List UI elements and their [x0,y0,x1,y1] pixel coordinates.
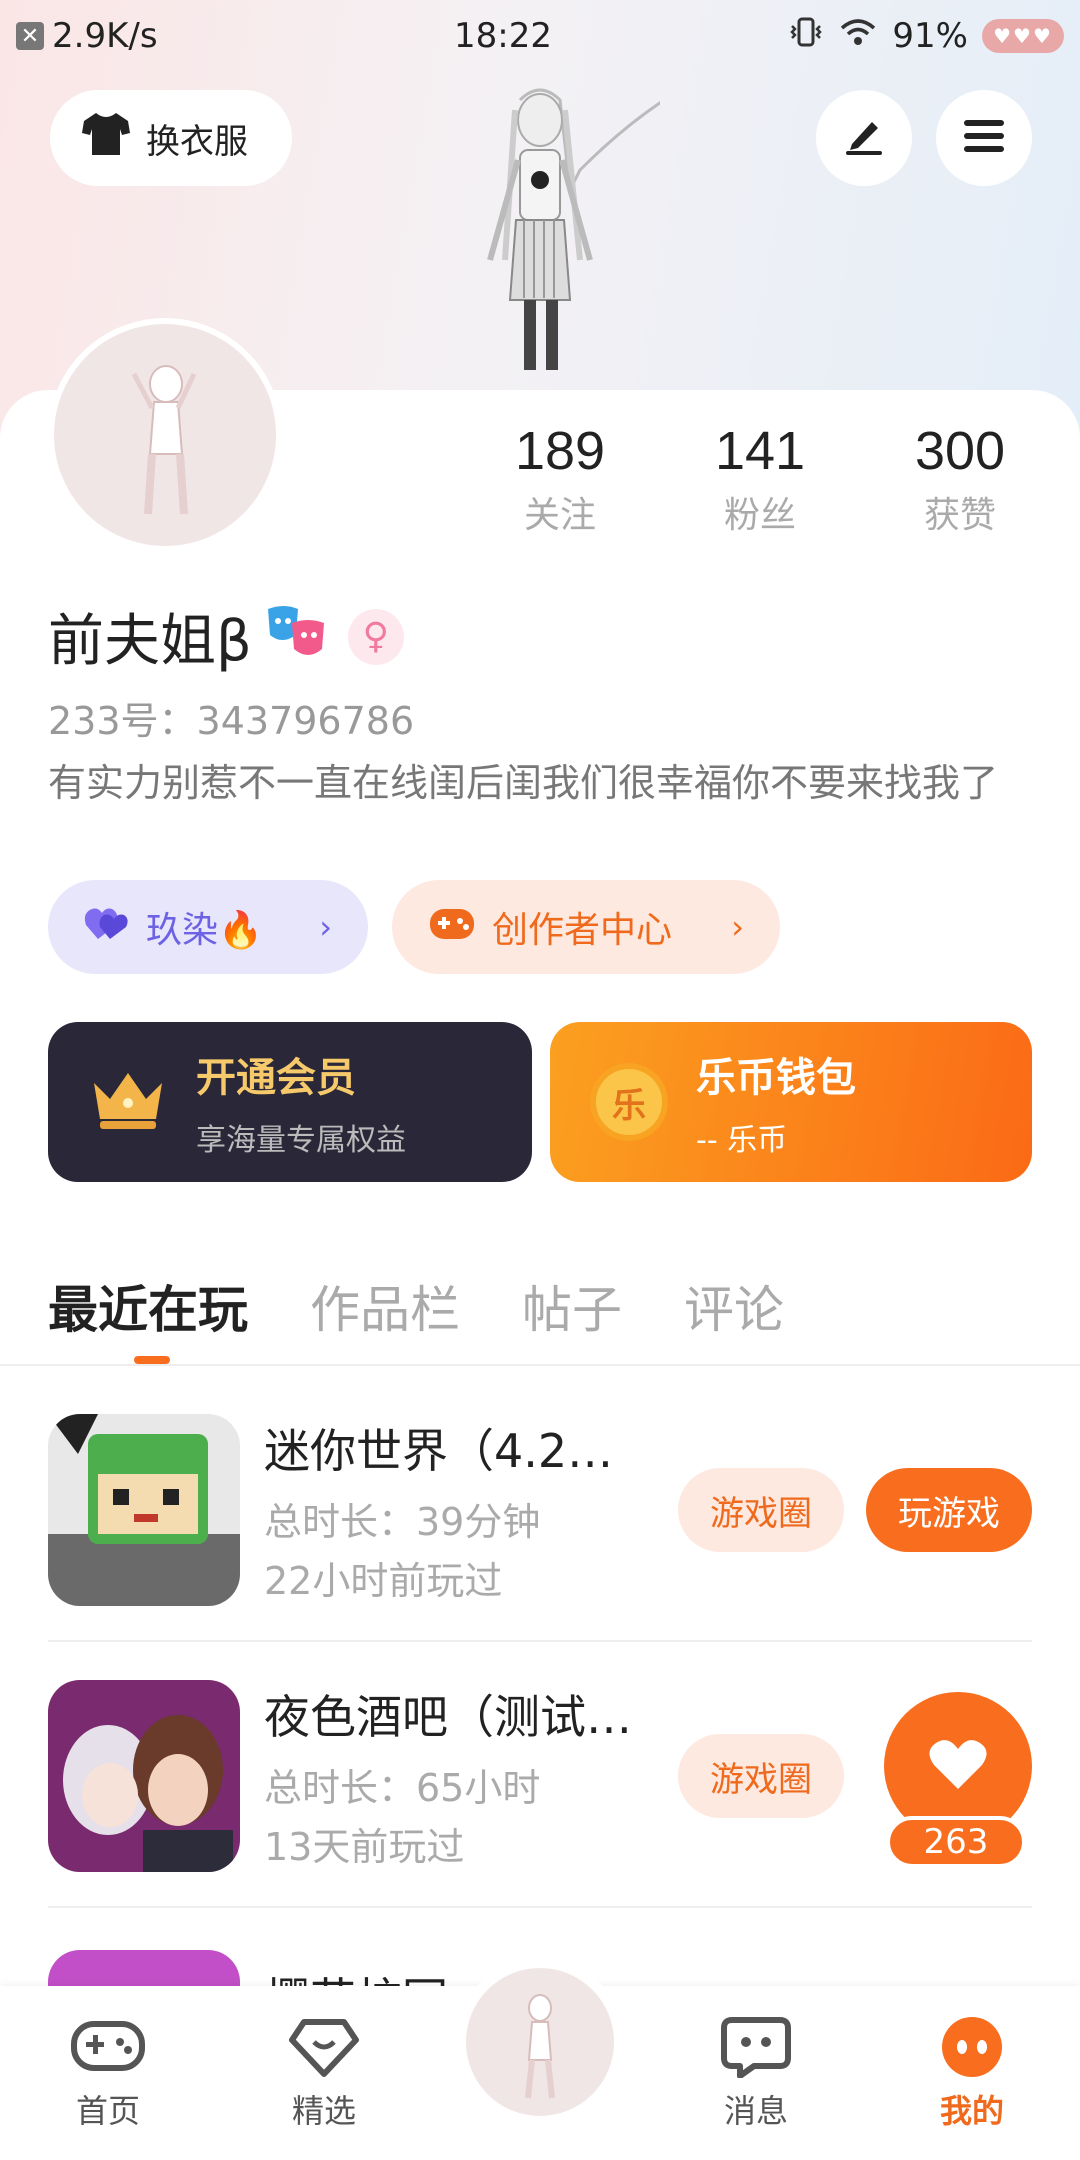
game-circle-button[interactable]: 游戏圈 [678,1468,844,1552]
nav-center-avatar[interactable] [456,1958,624,2126]
wallet-card[interactable]: 乐 乐币钱包 -- 乐币 [550,1022,1032,1182]
theater-masks-icon [264,605,328,669]
chat-icon [676,2016,836,2086]
menu-button[interactable] [936,90,1032,186]
chevron-right-icon: › [731,908,744,946]
play-game-button[interactable]: 玩游戏 [866,1468,1032,1552]
chevron-right-icon: › [319,908,332,946]
list-item[interactable]: 迷你世界（4.2… 总时长：39分钟 22小时前玩过 游戏圈 玩游戏 [48,1412,1032,1608]
tab-posts[interactable]: 帖子 [522,1270,622,1342]
vip-title: 开通会员 [196,1055,356,1101]
game-title: 迷你世界（4.2… [264,1424,614,1478]
gamepad-icon [28,2016,188,2086]
battery-icon: ♥♥♥ [981,19,1064,53]
hamburger-menu-icon [962,116,1006,160]
nav-messages[interactable]: 消息 [676,1986,836,2132]
partner-chip-label: 玖染🔥 [146,910,263,951]
fans-count: 141 [714,421,806,481]
game-duration: 总时长：39分钟 [264,1500,541,1544]
following-count: 189 [514,421,606,481]
tab-works[interactable]: 作品栏 [310,1270,460,1342]
network-speed: 2.9K/s [52,16,158,56]
profile-tabs: 最近在玩 作品栏 帖子 评论 [48,1270,784,1342]
heart-diamond-icon [244,2016,404,2086]
battery-percent: 91% [892,16,968,56]
name-row: 前夫姐β ♀ [48,596,404,677]
nav-mine[interactable]: 我的 [892,1986,1052,2132]
game-title: 夜色酒吧（测试… [264,1690,632,1744]
username: 前夫姐β [48,609,252,674]
nav-featured[interactable]: 精选 [244,1986,404,2132]
user-bio: 有实力别惹不一直在线闺后闺我们很幸福你不要来找我了 [48,761,999,805]
notification-x-icon: ✕ [16,22,44,50]
game-duration: 总时长：65小时 [264,1766,541,1810]
edit-profile-button[interactable] [816,90,912,186]
following-label: 关注 [523,495,596,536]
nav-featured-label: 精选 [291,2092,356,2130]
gamepad-icon [428,903,476,952]
nav-messages-label: 消息 [723,2092,788,2130]
game-last-played: 13天前玩过 [264,1825,465,1869]
like-floating-button[interactable]: 263 [884,1692,1032,1872]
change-outfit-button[interactable]: 换衣服 [50,90,292,186]
active-tab-indicator [134,1356,170,1364]
wallet-balance: -- 乐币 [696,1123,788,1158]
wallet-title: 乐币钱包 [696,1055,856,1101]
following-stat[interactable]: 189 关注 [480,420,640,538]
game-icon-night-bar [48,1680,240,1872]
like-count: 263 [886,1816,1026,1868]
user-id[interactable]: 233号：343796786 [48,690,414,745]
double-heart-icon [84,903,130,952]
nav-home-label: 首页 [75,2092,140,2130]
vip-card[interactable]: 开通会员 享海量专属权益 [48,1022,532,1182]
nav-home[interactable]: 首页 [28,1986,188,2132]
row-divider [48,1906,1032,1908]
heart-icon [928,1737,988,1795]
pencil-icon [842,116,886,160]
tab-comments[interactable]: 评论 [684,1270,784,1342]
stats-row: 189 关注 141 粉丝 300 获赞 [480,420,1040,538]
status-time: 18:22 [453,16,552,56]
character-figure [420,80,681,400]
creator-center-label: 创作者中心 [492,910,673,951]
profile-face-icon [892,2016,1052,2086]
game-icon-mini-world [48,1414,240,1606]
crown-icon [88,1067,168,1137]
change-outfit-label: 换衣服 [146,121,248,162]
coin-icon: 乐 [590,1063,668,1141]
status-bar: ✕ 2.9K/s 18:22 91% ♥♥♥ [0,0,1080,72]
shirt-icon [80,111,132,166]
vip-subtitle: 享海量专属权益 [196,1123,406,1158]
female-gender-icon: ♀ [347,608,404,665]
partner-chip[interactable]: 玖染🔥 › [48,880,368,974]
fans-stat[interactable]: 141 粉丝 [680,420,840,538]
game-last-played: 22小时前玩过 [264,1559,503,1603]
tabs-divider [0,1364,1080,1366]
creator-center-chip[interactable]: 创作者中心 › [392,880,780,974]
likes-count: 300 [914,421,1006,481]
nav-mine-label: 我的 [939,2092,1004,2130]
fans-label: 粉丝 [723,495,796,536]
vibrate-icon [788,16,824,57]
game-circle-button[interactable]: 游戏圈 [678,1734,844,1818]
avatar[interactable] [48,318,282,552]
tab-recent-play[interactable]: 最近在玩 [48,1270,248,1342]
wifi-icon [838,16,878,57]
likes-label: 获赞 [923,495,996,536]
likes-stat[interactable]: 300 获赞 [880,420,1040,538]
row-divider [48,1640,1032,1642]
